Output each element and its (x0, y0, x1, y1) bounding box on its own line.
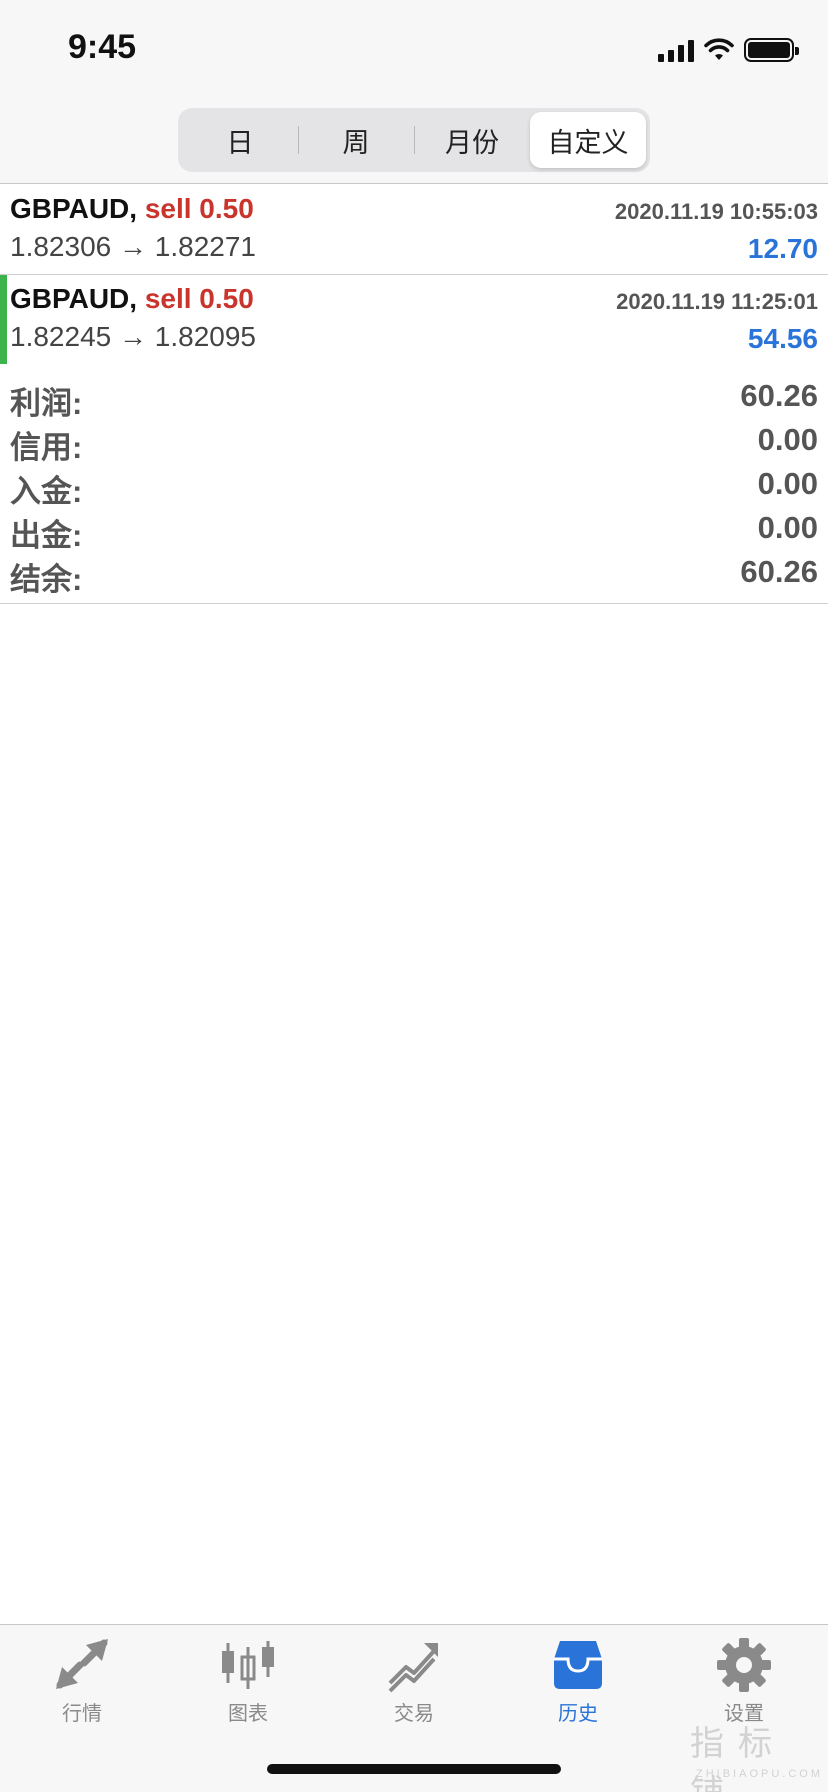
summary-value: 60.26 (740, 554, 818, 589)
trade-row[interactable]: GBPAUD, sell 0.50 2020.11.19 10:55:03 1.… (0, 185, 828, 275)
trade-symbol: GBPAUD (10, 193, 130, 224)
wifi-icon (704, 38, 734, 62)
trade-time: 2020.11.19 11:25:01 (616, 289, 818, 314)
trade-separator: , (129, 193, 138, 224)
tab-label: 行情 (62, 1703, 102, 1725)
gear-icon (716, 1637, 772, 1693)
status-time: 9:45 (68, 28, 137, 66)
trade-row[interactable]: GBPAUD, sell 0.50 2020.11.19 11:25:01 1.… (0, 275, 828, 365)
candlestick-chart-icon (220, 1637, 276, 1693)
trade-side: sell 0.50 (144, 193, 254, 224)
tab-trade[interactable]: 交易 (354, 1637, 474, 1737)
trade-symbol: GBPAUD (10, 283, 130, 314)
summary-value: 0.00 (757, 510, 818, 545)
trade-prices: 1.82306 → 1.82271 (10, 231, 256, 262)
summary-value: 0.00 (757, 422, 818, 457)
account-summary: 利润: 60.26 信用: 0.00 入金: 0.00 出金: 0.00 结余:… (0, 364, 828, 604)
trade-trend-icon (386, 1637, 442, 1693)
summary-value: 0.00 (757, 466, 818, 501)
tab-quotes[interactable]: 行情 (22, 1637, 142, 1737)
tab-label: 交易 (394, 1703, 434, 1725)
cellular-signal-icon (658, 40, 694, 62)
period-bar: 日 周 月份 自定义 (0, 100, 828, 184)
summary-label: 结余: (10, 562, 83, 597)
tab-history[interactable]: 历史 (518, 1637, 638, 1737)
tab-label: 图表 (228, 1703, 268, 1725)
trade-symbol-line: GBPAUD, sell 0.50 (10, 283, 254, 315)
trade-time: 2020.11.19 10:55:03 (614, 199, 818, 224)
watermark-logo: 指标铺 (690, 1724, 786, 1792)
tab-charts[interactable]: 图表 (188, 1637, 308, 1737)
summary-row-deposit: 入金: 0.00 (0, 460, 828, 509)
period-month[interactable]: 月份 (414, 112, 530, 168)
summary-row-withdrawal: 出金: 0.00 (0, 504, 828, 553)
status-bar: 9:45 (0, 0, 828, 100)
summary-row-credit: 信用: 0.00 (0, 416, 828, 465)
period-day[interactable]: 日 (182, 112, 298, 168)
period-segmented-control: 日 周 月份 自定义 (178, 108, 650, 172)
history-tray-icon (550, 1637, 606, 1693)
summary-value: 60.26 (740, 378, 818, 413)
tab-label: 历史 (558, 1703, 598, 1725)
watermark-url: ZHIBIAOPU.COM (696, 1768, 824, 1780)
trade-symbol-line: GBPAUD, sell 0.50 (10, 193, 254, 225)
summary-row-profit: 利润: 60.26 (0, 372, 828, 421)
trade-separator: , (129, 283, 138, 314)
period-custom[interactable]: 自定义 (530, 112, 646, 168)
selected-row-marker (0, 275, 7, 365)
battery-icon (744, 38, 799, 62)
trade-prices: 1.82245 → 1.82095 (10, 321, 256, 352)
period-week[interactable]: 周 (298, 112, 414, 168)
trade-profit: 54.56 (747, 323, 818, 354)
trade-side: sell 0.50 (144, 283, 254, 314)
home-indicator[interactable] (267, 1764, 561, 1774)
trade-profit: 12.70 (747, 233, 818, 264)
status-icons (658, 36, 799, 62)
summary-row-balance: 结余: 60.26 (0, 548, 828, 597)
quotes-arrows-icon (54, 1637, 110, 1693)
